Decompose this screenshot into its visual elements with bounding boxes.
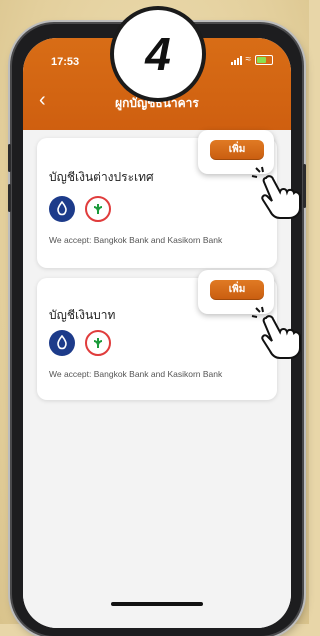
accepted-banks-text: We accept: Bangkok Bank and Kasikorn Ban… <box>49 369 223 379</box>
step-number-badge: 4 <box>110 6 206 102</box>
home-indicator <box>111 602 203 606</box>
accepted-banks-text: We accept: Bangkok Bank and Kasikorn Ban… <box>49 235 223 245</box>
step-number: 4 <box>145 28 171 80</box>
add-foreign-account-button[interactable]: เพิ่ม <box>210 140 264 160</box>
battery-icon <box>255 55 273 65</box>
status-icons: ≈ <box>230 54 273 65</box>
status-time: 17:53 <box>51 56 80 68</box>
bank-icons <box>49 330 111 356</box>
add-baht-account-button[interactable]: เพิ่ม <box>210 280 264 300</box>
wifi-icon: ≈ <box>245 54 252 65</box>
pointing-hand-icon <box>251 306 301 359</box>
bangkok-bank-icon <box>49 196 75 222</box>
kasikorn-bank-icon <box>85 330 111 356</box>
card-title: บัญชีเงินต่างประเทศ <box>49 170 154 184</box>
bank-icons <box>49 196 111 222</box>
bangkok-bank-icon <box>49 330 75 356</box>
volume-up-button <box>8 144 11 172</box>
pointing-hand-icon <box>251 166 301 219</box>
card-title: บัญชีเงินบาท <box>49 308 116 322</box>
signal-icon <box>230 55 242 65</box>
kasikorn-bank-icon <box>85 196 111 222</box>
volume-down-button <box>8 184 11 212</box>
